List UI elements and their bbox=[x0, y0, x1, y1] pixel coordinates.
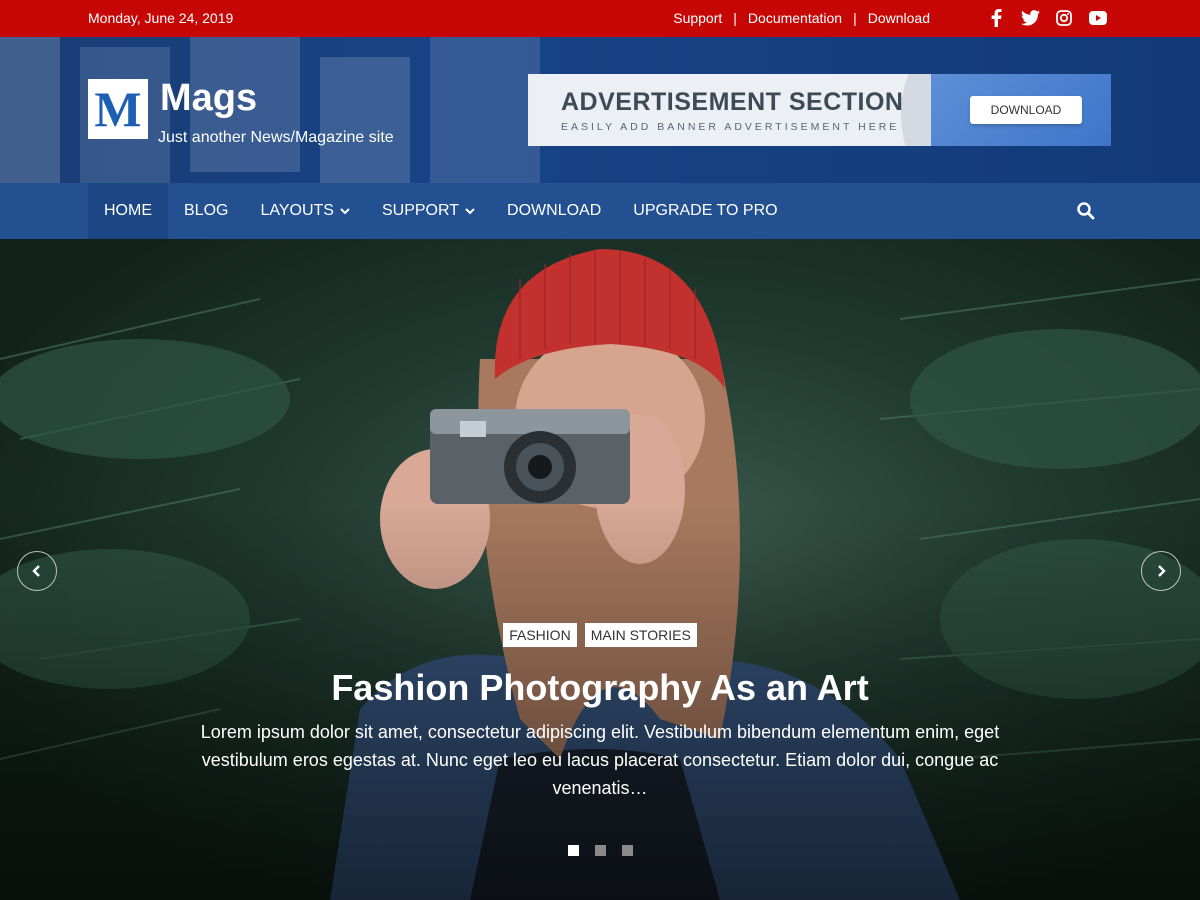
nav-item-label: BLOG bbox=[184, 202, 229, 219]
chevron-left-icon bbox=[32, 565, 40, 577]
nav-item-upgrade-to-pro[interactable]: UPGRADE TO PRO bbox=[617, 183, 793, 239]
post-title[interactable]: Fashion Photography As an Art bbox=[0, 667, 1200, 709]
instagram-icon[interactable] bbox=[1054, 8, 1074, 28]
ad-subtitle: EASILY ADD BANNER ADVERTISEMENT HERE bbox=[561, 121, 900, 133]
nav-item-home[interactable]: HOME bbox=[88, 183, 168, 239]
top-bar: Monday, June 24, 2019 Support | Document… bbox=[0, 0, 1200, 37]
link-separator: | bbox=[853, 10, 857, 26]
nav-item-label: LAYOUTS bbox=[260, 202, 334, 219]
download-link[interactable]: Download bbox=[868, 10, 930, 26]
top-links: Support | Documentation | Download bbox=[673, 10, 930, 26]
youtube-icon[interactable] bbox=[1088, 8, 1108, 28]
slider-dot[interactable] bbox=[594, 845, 606, 856]
nav-item-blog[interactable]: BLOG bbox=[168, 183, 244, 239]
facebook-icon[interactable] bbox=[986, 8, 1006, 28]
nav-item-label: SUPPORT bbox=[381, 202, 460, 219]
twitter-icon[interactable] bbox=[1020, 8, 1040, 28]
slider-pagination bbox=[0, 845, 1200, 856]
post-categories: FASHION MAIN STORIES bbox=[0, 623, 1200, 647]
documentation-link[interactable]: Documentation bbox=[748, 10, 842, 26]
nav-item-label: UPGRADE TO PRO bbox=[633, 202, 778, 219]
main-navigation: HOME BLOG LAYOUTS SUPPORT DOWNLOAD UPGRA… bbox=[0, 183, 1200, 239]
slider-prev-button[interactable] bbox=[17, 551, 57, 591]
category-badge-fashion[interactable]: FASHION bbox=[503, 623, 577, 647]
site-title[interactable]: Mags bbox=[160, 77, 257, 120]
nav-item-label: HOME bbox=[104, 202, 152, 219]
nav-item-download[interactable]: DOWNLOAD bbox=[491, 183, 617, 239]
nav-item-label: DOWNLOAD bbox=[507, 202, 602, 219]
featured-slider: FASHION MAIN STORIES Fashion Photography… bbox=[0, 239, 1200, 900]
category-badge-main-stories[interactable]: MAIN STORIES bbox=[584, 623, 697, 647]
logo-letter: M bbox=[94, 81, 142, 137]
search-icon[interactable] bbox=[1076, 201, 1096, 221]
social-links bbox=[986, 8, 1108, 28]
nav-item-support[interactable]: SUPPORT bbox=[366, 183, 491, 239]
site-logo[interactable]: M bbox=[88, 79, 148, 139]
site-tagline: Just another News/Magazine site bbox=[158, 129, 394, 146]
slider-next-button[interactable] bbox=[1141, 551, 1181, 591]
nav-item-layouts[interactable]: LAYOUTS bbox=[244, 183, 366, 239]
header-background-texture bbox=[0, 37, 540, 183]
slider-dot[interactable] bbox=[621, 845, 633, 856]
chevron-right-icon bbox=[1158, 565, 1166, 577]
link-separator: | bbox=[733, 10, 737, 26]
support-link[interactable]: Support bbox=[673, 10, 722, 26]
ad-title: ADVERTISEMENT SECTION bbox=[561, 88, 904, 116]
chevron-down-icon bbox=[340, 207, 350, 214]
advertisement-banner[interactable]: ADVERTISEMENT SECTION EASILY ADD BANNER … bbox=[528, 74, 1111, 146]
slider-dot[interactable] bbox=[567, 845, 579, 856]
current-date: Monday, June 24, 2019 bbox=[88, 10, 234, 26]
post-excerpt: Lorem ipsum dolor sit amet, consectetur … bbox=[200, 722, 1000, 798]
ad-download-button[interactable]: DOWNLOAD bbox=[970, 96, 1082, 124]
chevron-down-icon bbox=[465, 207, 475, 214]
site-header: M Mags Just another News/Magazine site A… bbox=[0, 37, 1200, 183]
